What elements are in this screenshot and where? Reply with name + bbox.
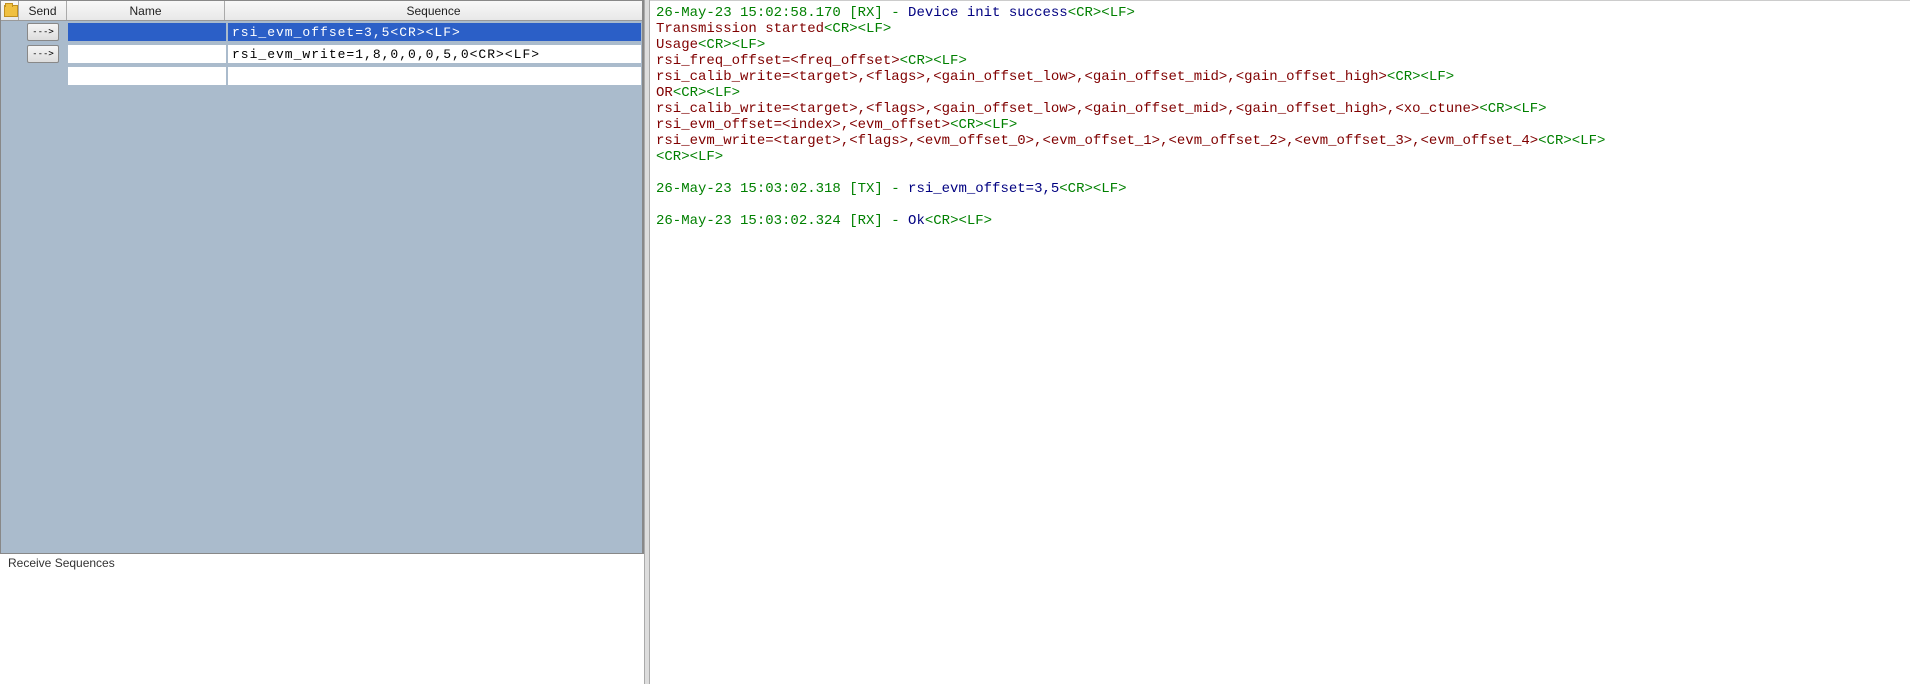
table-row[interactable]: ---> rsi_evm_offset=3,5<CR><LF> — [1, 21, 642, 43]
log-panel[interactable]: 26-May-23 15:02:58.170 [RX] - Device ini… — [650, 0, 1910, 684]
log-line: Usage<CR><LF> — [656, 37, 1904, 53]
log-line: 26-May-23 15:02:58.170 [RX] - Device ini… — [656, 5, 1904, 21]
receive-sequences-label: Receive Sequences — [8, 556, 115, 570]
col-header-sequence[interactable]: Sequence — [225, 1, 642, 20]
sequence-panel: Send Name Sequence ---> rsi_evm_offset=3,… — [0, 0, 644, 554]
table-row[interactable]: ---> rsi_evm_write=1,8,0,0,0,5,0<CR><LF> — [1, 43, 642, 65]
row-sequence-cell[interactable]: rsi_evm_write=1,8,0,0,0,5,0<CR><LF> — [228, 45, 641, 63]
table-body: ---> rsi_evm_offset=3,5<CR><LF> ---> rsi_ev… — [1, 21, 642, 553]
log-line: rsi_freq_offset=<freq_offset><CR><LF> — [656, 53, 1904, 69]
row-send-cell: ---> — [19, 44, 67, 64]
log-line: rsi_calib_write=<target>,<flags>,<gain_o… — [656, 101, 1904, 117]
log-line: <CR><LF> — [656, 149, 1904, 165]
row-send-cell: ---> — [19, 22, 67, 42]
log-line: rsi_evm_write=<target>,<flags>,<evm_offs… — [656, 133, 1904, 149]
log-line: OR<CR><LF> — [656, 85, 1904, 101]
row-name-cell[interactable] — [68, 23, 226, 41]
send-button[interactable]: ---> — [27, 23, 59, 41]
send-button[interactable]: ---> — [27, 45, 59, 63]
row-sequence-cell[interactable] — [228, 67, 641, 85]
log-line — [656, 197, 1904, 213]
log-line: 26-May-23 15:03:02.324 [RX] - Ok<CR><LF> — [656, 213, 1904, 229]
log-line: Transmission started<CR><LF> — [656, 21, 1904, 37]
col-header-name[interactable]: Name — [67, 1, 225, 20]
log-line: rsi_calib_write=<target>,<flags>,<gain_o… — [656, 69, 1904, 85]
table-header: Send Name Sequence — [1, 1, 642, 21]
log-line — [656, 165, 1904, 181]
row-name-cell[interactable] — [68, 67, 226, 85]
row-send-cell — [19, 75, 67, 77]
log-line: rsi_evm_offset=<index>,<evm_offset><CR><… — [656, 117, 1904, 133]
col-header-send[interactable]: Send — [19, 1, 67, 20]
log-line: 26-May-23 15:03:02.318 [TX] - rsi_evm_of… — [656, 181, 1904, 197]
folder-icon[interactable] — [4, 5, 18, 17]
row-sequence-cell[interactable]: rsi_evm_offset=3,5<CR><LF> — [228, 23, 641, 41]
table-row[interactable] — [1, 65, 642, 87]
col-header-icon[interactable] — [1, 1, 19, 20]
row-name-cell[interactable] — [68, 45, 226, 63]
